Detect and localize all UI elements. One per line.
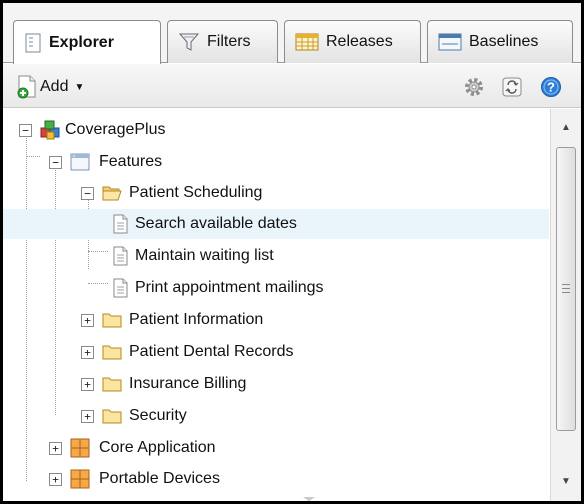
scroll-down-arrow-icon[interactable]: ▼	[551, 469, 581, 495]
module-grid-icon	[70, 469, 90, 489]
new-document-icon	[17, 75, 36, 99]
document-icon	[113, 246, 128, 266]
tree-node-module[interactable]: + Core Application	[3, 433, 549, 463]
expand-icon[interactable]: +	[81, 410, 94, 423]
collapse-icon[interactable]: −	[81, 187, 94, 200]
tab-releases-label: Releases	[326, 33, 393, 50]
grip-icon	[562, 284, 570, 293]
filter-funnel-icon	[178, 33, 200, 51]
tree-node-folder[interactable]: + Patient Information	[3, 305, 549, 335]
tree-label: Patient Dental Records	[129, 343, 294, 360]
tree-label: Search available dates	[135, 215, 297, 232]
settings-gear-icon[interactable]	[463, 76, 485, 98]
tree-label: Portable Devices	[99, 470, 220, 487]
svg-text:?: ?	[547, 80, 555, 95]
expand-icon[interactable]: +	[81, 314, 94, 327]
tree-node-patient-scheduling[interactable]: − Patient Scheduling	[3, 178, 549, 208]
tree-node-requirement[interactable]: Print appointment mailings	[3, 273, 549, 303]
tab-baselines-label: Baselines	[469, 33, 539, 50]
document-icon	[113, 278, 128, 298]
scroll-up-arrow-icon[interactable]: ▲	[551, 115, 581, 141]
collapse-icon[interactable]: −	[19, 124, 32, 137]
features-icon	[70, 153, 90, 171]
tree-node-folder[interactable]: + Security	[3, 401, 549, 431]
folder-icon	[102, 313, 122, 328]
tab-explorer-label: Explorer	[49, 33, 114, 51]
chevron-down-icon: ▼	[74, 81, 85, 93]
tab-filters-label: Filters	[207, 33, 251, 50]
tree-label: Security	[129, 407, 187, 424]
tree-node-features[interactable]: − Features	[3, 147, 549, 177]
project-cubes-icon	[40, 120, 60, 140]
explorer-panel: Explorer Filters Releases Baselines Add …	[0, 0, 584, 504]
tree-node-folder[interactable]: + Patient Dental Records	[3, 337, 549, 367]
tree-label: Features	[99, 153, 163, 170]
tree-node-module[interactable]: + Portable Devices	[3, 464, 549, 494]
vertical-scrollbar[interactable]: ▲ ▼	[550, 109, 581, 501]
module-grid-icon	[70, 438, 90, 458]
expand-icon[interactable]: +	[81, 378, 94, 391]
explorer-icon	[25, 33, 41, 52]
folder-icon	[102, 377, 122, 392]
tree-label: Core Application	[99, 439, 216, 456]
tree-label: Maintain waiting list	[135, 247, 274, 264]
scrollbar-thumb[interactable]	[556, 147, 576, 431]
releases-icon	[295, 33, 319, 51]
tab-explorer[interactable]: Explorer	[13, 20, 161, 64]
resize-handle-icon[interactable]	[303, 497, 315, 501]
expand-icon[interactable]: +	[81, 346, 94, 359]
help-icon[interactable]: ?	[540, 76, 562, 98]
tree-view: − CoveragePlus − Features − Patient Sche…	[3, 109, 549, 501]
document-icon	[113, 214, 128, 234]
expand-icon[interactable]: +	[49, 442, 62, 455]
tree-node-requirement[interactable]: Maintain waiting list	[3, 241, 549, 271]
folder-open-icon	[102, 186, 122, 201]
tree-node-requirement[interactable]: Search available dates	[3, 209, 549, 239]
tab-baselines[interactable]: Baselines	[427, 20, 573, 63]
tab-filters[interactable]: Filters	[167, 20, 278, 63]
expand-icon[interactable]: +	[49, 473, 62, 486]
baselines-icon	[438, 33, 462, 51]
toolbar: Add ▼ ?	[3, 64, 581, 108]
tree-label: CoveragePlus	[65, 121, 166, 138]
add-button[interactable]: Add ▼	[17, 74, 84, 100]
tab-releases[interactable]: Releases	[284, 20, 421, 63]
collapse-icon[interactable]: −	[49, 156, 62, 169]
tree-label: Patient Information	[129, 311, 264, 328]
tree-node-root[interactable]: − CoveragePlus	[3, 115, 549, 145]
tree-label: Insurance Billing	[129, 375, 247, 392]
folder-icon	[102, 409, 122, 424]
refresh-icon[interactable]	[501, 76, 523, 98]
tree-node-folder[interactable]: + Insurance Billing	[3, 369, 549, 399]
tab-bar: Explorer Filters Releases Baselines	[3, 3, 581, 64]
add-button-label: Add	[40, 78, 69, 95]
tree-label: Print appointment mailings	[135, 279, 324, 296]
folder-icon	[102, 345, 122, 360]
tree-label: Patient Scheduling	[129, 184, 263, 201]
